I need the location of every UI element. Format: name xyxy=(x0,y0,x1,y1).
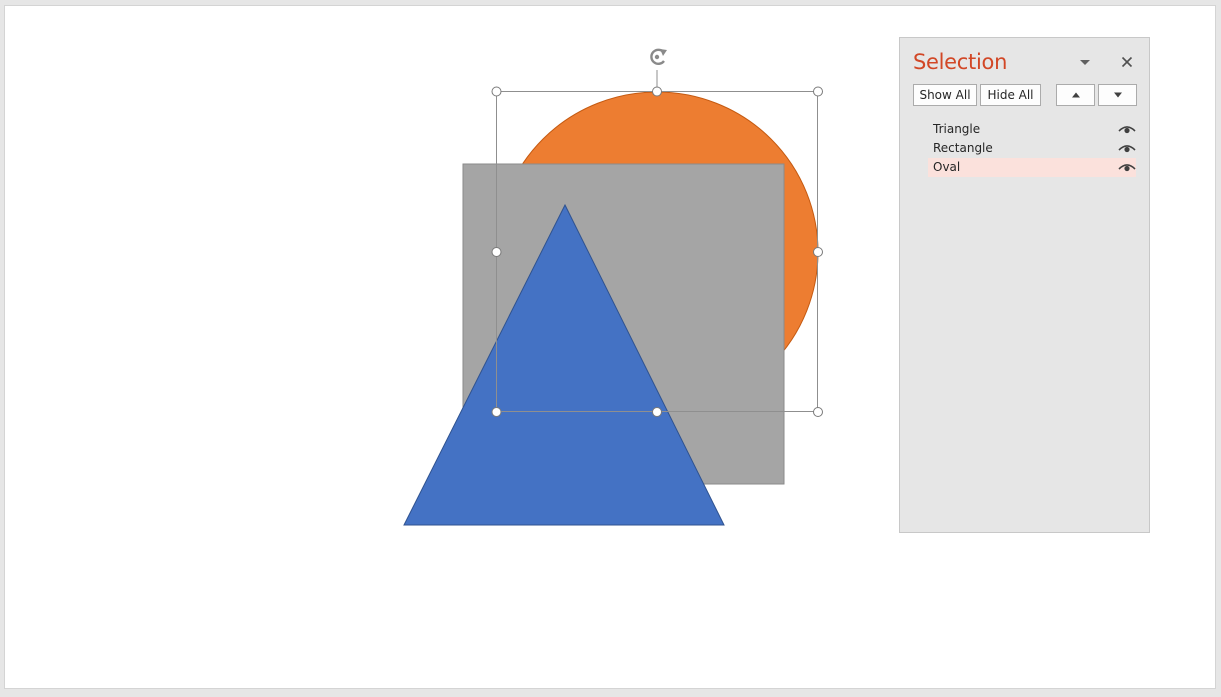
resize-handle-bottom-left[interactable] xyxy=(491,407,502,417)
pane-close-button[interactable] xyxy=(1117,52,1137,72)
eye-icon[interactable] xyxy=(1118,143,1136,154)
resize-handle-right[interactable] xyxy=(813,247,823,257)
send-backward-button[interactable] xyxy=(1098,84,1137,106)
chevron-down-icon xyxy=(1080,60,1090,65)
eye-icon[interactable] xyxy=(1118,162,1136,173)
resize-handle-top[interactable] xyxy=(652,86,662,97)
triangle-up-icon xyxy=(1071,92,1080,98)
pane-title: Selection xyxy=(913,50,1008,74)
selection-list: Triangle Rectangle Oval xyxy=(928,120,1136,177)
triangle-down-icon xyxy=(1113,92,1122,98)
eye-icon[interactable] xyxy=(1118,124,1136,135)
list-item-label: Oval xyxy=(933,160,961,174)
show-all-button[interactable]: Show All xyxy=(913,84,977,106)
bring-forward-button[interactable] xyxy=(1056,84,1095,106)
pane-options-button[interactable] xyxy=(1075,52,1095,72)
hide-all-button[interactable]: Hide All xyxy=(980,84,1041,106)
resize-handle-left[interactable] xyxy=(491,247,502,257)
list-item-oval[interactable]: Oval xyxy=(928,158,1136,177)
list-item-label: Rectangle xyxy=(933,141,993,155)
list-item-rectangle[interactable]: Rectangle xyxy=(928,139,1136,158)
list-item-label: Triangle xyxy=(933,122,981,136)
list-item-triangle[interactable]: Triangle xyxy=(928,120,1136,139)
resize-handle-bottom[interactable] xyxy=(652,407,662,417)
close-icon xyxy=(1121,56,1133,68)
rotate-handle[interactable] xyxy=(650,48,667,65)
resize-handle-top-right[interactable] xyxy=(813,86,823,97)
resize-handle-bottom-right[interactable] xyxy=(813,407,823,417)
selection-pane: Selection Show All Hide All Triangle Rec… xyxy=(899,37,1150,533)
resize-handle-top-left[interactable] xyxy=(491,86,502,97)
